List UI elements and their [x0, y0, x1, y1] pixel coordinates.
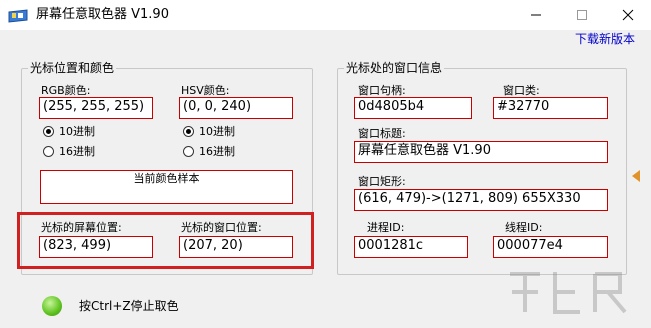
window-caption-field[interactable]: 屏幕任意取色器 V1.90 — [354, 141, 608, 163]
window-class-field[interactable]: #32770 — [493, 97, 608, 119]
window-caption-label: 窗口标题: — [358, 127, 406, 140]
download-new-version-link[interactable]: 下载新版本 — [575, 31, 635, 47]
window-handle-label: 窗口句柄: — [358, 84, 406, 97]
window-handle-field[interactable]: 0d4805b4 — [354, 97, 472, 119]
rgb-radio-16-label: 16进制 — [59, 145, 95, 158]
window-rect-field[interactable]: (616, 479)->(1271, 809) 655X330 — [354, 189, 608, 211]
radio-selected-icon — [43, 126, 54, 137]
radio-unselected-icon — [183, 146, 194, 157]
hsv-radio-16[interactable]: 16进制 — [183, 145, 235, 158]
maximize-icon — [577, 10, 587, 20]
close-button[interactable] — [605, 0, 651, 30]
rgb-value-field[interactable]: (255, 255, 255) — [39, 97, 153, 119]
watermark-logo-icon — [510, 272, 627, 314]
title-bar: 屏幕任意取色器 V1.90 — [0, 0, 651, 30]
radio-unselected-icon — [43, 146, 54, 157]
minimize-icon — [531, 14, 541, 16]
process-id-field[interactable]: 0001281c — [354, 236, 468, 258]
window-class-label: 窗口类: — [503, 84, 540, 97]
window-title: 屏幕任意取色器 V1.90 — [36, 7, 169, 22]
status-led-icon — [42, 296, 62, 316]
rgb-label: RGB颜色: — [41, 84, 91, 97]
thread-id-field[interactable]: 000077e4 — [493, 236, 608, 258]
highlight-frame — [17, 212, 314, 269]
radio-selected-icon — [183, 126, 194, 137]
rgb-radio-10-label: 10进制 — [59, 125, 95, 138]
process-id-label: 进程ID: — [367, 221, 405, 234]
close-icon — [622, 9, 634, 21]
hsv-radio-10[interactable]: 10进制 — [183, 125, 235, 138]
color-sample-label: 当前颜色样本 — [133, 172, 200, 185]
hsv-radio-10-label: 10进制 — [199, 125, 235, 138]
stop-hint-text: 按Ctrl+Z停止取色 — [79, 299, 179, 313]
rgb-radio-10[interactable]: 10进制 — [43, 125, 95, 138]
collapse-arrow-icon[interactable] — [632, 170, 640, 182]
hsv-value-field[interactable]: (0, 0, 240) — [179, 97, 293, 119]
window-group-legend: 光标处的窗口信息 — [346, 61, 443, 75]
rgb-radio-16[interactable]: 16进制 — [43, 145, 95, 158]
window-rect-label: 窗口矩形: — [358, 175, 406, 188]
hsv-radio-16-label: 16进制 — [199, 145, 235, 158]
minimize-button[interactable] — [513, 0, 559, 30]
app-icon — [8, 8, 28, 23]
hsv-label: HSV颜色: — [181, 84, 230, 97]
cursor-group-legend: 光标位置和颜色 — [30, 61, 115, 75]
maximize-button[interactable] — [559, 0, 605, 30]
thread-id-label: 线程ID: — [505, 221, 543, 234]
color-sample-box: 当前颜色样本 — [40, 170, 293, 204]
